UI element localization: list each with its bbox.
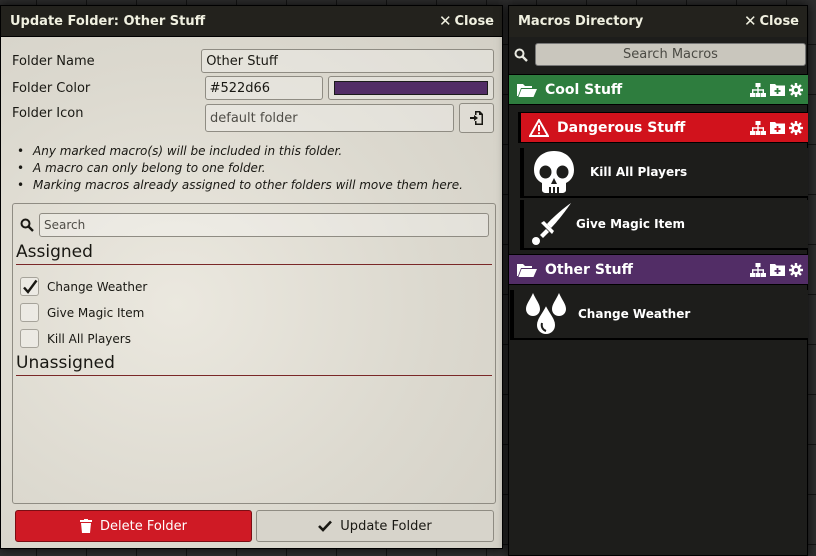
assign-search-input[interactable]: Search [39,213,489,237]
assigned-checkbox[interactable] [20,303,39,322]
directory-close-button[interactable]: ✕ Close [743,12,799,30]
unassigned-heading: Unassigned [16,353,492,376]
folder-notes: Any marked macro(s) will be included in … [17,143,463,194]
macro-change-weather[interactable]: Change Weather [510,290,808,340]
sitemap-icon[interactable] [750,82,766,97]
directory-search: Search Macros [514,43,806,66]
folder-icon-input[interactable]: default folder [205,104,454,132]
folder-name-row: Folder Name Other Stuff [12,49,494,73]
directory-header[interactable]: Macros Directory ✕ Close [509,6,807,37]
note-item: Any marked macro(s) will be included in … [17,143,463,160]
assigned-item[interactable]: Give Magic Item [20,303,144,322]
macro-kill-all-players[interactable]: Kill All Players [520,148,808,198]
assigned-item-label: Kill All Players [47,331,131,346]
folder-name-label: Folder Name [12,53,95,69]
file-picker-icon [469,111,483,125]
folder-plus-icon[interactable] [770,83,785,96]
folder-tools [750,82,803,97]
search-icon [20,218,34,232]
macro-give-magic-item[interactable]: Give Magic Item [520,200,808,250]
folder-tools [750,262,803,277]
dagger-icon [532,203,571,245]
folder-color-picker[interactable] [328,76,494,100]
folder-name: Other Stuff [545,261,633,278]
macro-assignment-box: Search Assigned Change Weather Give Magi… [12,203,496,504]
file-picker-button[interactable] [459,103,494,133]
dialog-title: Update Folder: Other Stuff [10,13,206,29]
folder-cool-stuff[interactable]: Cool Stuff [509,74,808,105]
folder-color-input[interactable]: #522d66 [204,76,324,100]
gear-icon[interactable] [789,262,803,277]
assigned-item[interactable]: Kill All Players [20,329,131,348]
directory-title: Macros Directory [518,14,644,29]
search-icon [514,48,528,62]
assigned-item[interactable]: Change Weather [20,277,147,296]
folder-open-icon [517,83,537,97]
check-icon [22,279,37,294]
folder-color-label: Folder Color [12,80,91,96]
update-folder-dialog: Update Folder: Other Stuff ✕ Close Folde… [0,5,503,549]
skull-icon [534,151,574,193]
folder-plus-icon[interactable] [770,121,785,134]
assigned-checkbox[interactable] [20,329,39,348]
directory-search-input[interactable]: Search Macros [535,43,806,66]
macro-name: Change Weather [578,307,691,321]
close-icon: ✕ [438,11,452,30]
folder-icon-label: Folder Icon [12,106,84,121]
folder-open-icon [517,263,537,277]
assigned-item-label: Give Magic Item [47,305,145,320]
warning-icon [529,118,549,137]
macro-icon-wrap [524,199,576,249]
assigned-heading: Assigned [16,242,492,265]
sitemap-icon[interactable] [750,120,766,135]
close-icon: ✕ [743,12,757,30]
folder-name-input[interactable]: Other Stuff [201,49,494,73]
note-item: Marking macros already assigned to other… [17,177,463,194]
delete-folder-label: Delete Folder [99,518,188,534]
check-icon [318,520,333,532]
directory-close-label: Close [759,14,799,29]
delete-folder-button[interactable]: Delete Folder [15,510,252,542]
assigned-checkbox[interactable] [20,277,39,296]
update-folder-label: Update Folder [340,518,432,534]
macro-name: Kill All Players [590,165,688,179]
folder-dangerous-stuff[interactable]: Dangerous Stuff [518,112,808,143]
macros-directory-panel: Macros Directory ✕ Close Search Macros C… [508,5,808,556]
water-drops-icon [526,293,566,337]
folder-name: Cool Stuff [545,81,623,98]
macro-icon-wrap [524,147,584,197]
assign-search: Search [20,213,489,237]
trash-icon [79,519,92,533]
sitemap-icon[interactable] [750,262,766,277]
update-folder-button[interactable]: Update Folder [256,510,494,542]
note-item: A macro can only belong to one folder. [17,160,463,177]
gear-icon[interactable] [789,82,803,97]
gear-icon[interactable] [789,120,803,135]
folder-plus-icon[interactable] [770,263,785,276]
macro-name: Give Magic Item [576,217,685,231]
folder-name: Dangerous Stuff [557,119,686,136]
folder-tools [750,120,803,135]
folder-color-swatch [334,81,488,95]
macro-icon-wrap [514,289,578,339]
folder-color-row: Folder Color #522d66 [12,76,494,100]
folder-other-stuff[interactable]: Other Stuff [509,254,808,285]
dialog-close-label: Close [454,13,494,29]
assigned-item-label: Change Weather [47,279,148,294]
dialog-header[interactable]: Update Folder: Other Stuff ✕ Close [1,6,502,37]
dialog-close-button[interactable]: ✕ Close [438,11,494,30]
folder-icon-row: Folder Icon default folder [12,103,494,133]
